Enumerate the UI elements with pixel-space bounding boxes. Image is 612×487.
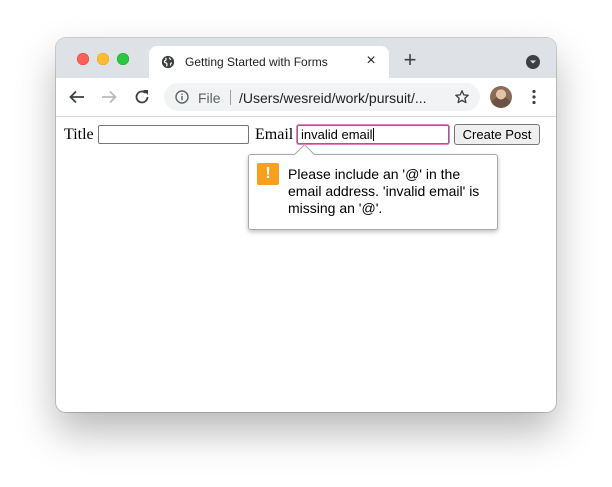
- url-scheme: File: [198, 90, 221, 106]
- create-post-button[interactable]: Create Post: [454, 124, 540, 145]
- browser-window: Getting Started with Forms × + File /Use…: [56, 38, 556, 412]
- bookmark-star-icon[interactable]: [454, 89, 470, 105]
- forward-arrow-icon[interactable]: [100, 88, 118, 106]
- title-label: Title: [64, 126, 94, 143]
- more-menu-icon[interactable]: [525, 88, 543, 106]
- tab-strip: Getting Started with Forms × +: [56, 38, 556, 78]
- tab-title: Getting Started with Forms: [185, 55, 328, 69]
- info-icon[interactable]: [175, 90, 189, 104]
- profile-avatar[interactable]: [490, 86, 512, 108]
- url-text[interactable]: /Users/wesreid/work/pursuit/...: [239, 90, 445, 106]
- back-arrow-icon[interactable]: [68, 88, 86, 106]
- close-window-button[interactable]: [77, 53, 89, 65]
- browser-toolbar: File /Users/wesreid/work/pursuit/...: [56, 78, 556, 117]
- minimize-window-button[interactable]: [97, 53, 109, 65]
- warning-icon: !: [257, 163, 279, 185]
- tooltip-arrow: [293, 143, 316, 166]
- maximize-window-button[interactable]: [117, 53, 129, 65]
- address-bar[interactable]: File /Users/wesreid/work/pursuit/...: [164, 83, 480, 111]
- tab-active[interactable]: Getting Started with Forms ×: [149, 46, 389, 78]
- new-tab-button[interactable]: +: [400, 49, 420, 71]
- title-input[interactable]: [98, 125, 249, 144]
- email-input-value: invalid email: [301, 127, 373, 142]
- tab-search-icon[interactable]: [526, 55, 540, 69]
- validation-tooltip: ! Please include an '@' in the email add…: [248, 143, 498, 230]
- email-input[interactable]: invalid email: [297, 125, 449, 144]
- globe-icon: [161, 55, 175, 69]
- url-divider: [230, 90, 231, 105]
- text-caret: [372, 128, 374, 141]
- reload-icon[interactable]: [133, 88, 151, 106]
- validation-message: Please include an '@' in the email addre…: [288, 166, 480, 216]
- page-content: Title Email invalid email Create Post ! …: [56, 117, 556, 412]
- tab-close-icon[interactable]: ×: [363, 52, 379, 70]
- email-label: Email: [255, 126, 294, 143]
